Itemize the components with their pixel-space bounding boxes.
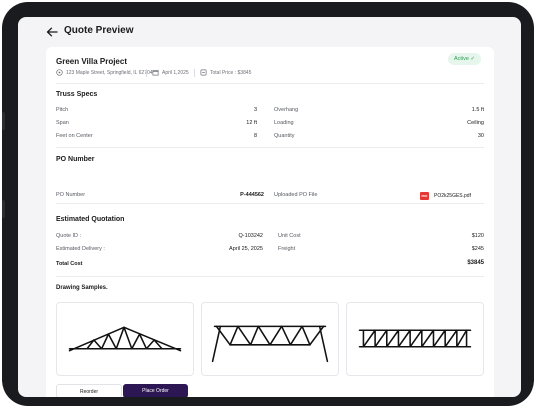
drawing-sample-flat-truss[interactable] bbox=[346, 302, 484, 376]
unit-cost-value: $120 bbox=[471, 233, 484, 239]
address-text: 123 Maple Street, Springfield, IL 62704 bbox=[66, 69, 153, 76]
project-name: Green Villa Project bbox=[56, 57, 127, 66]
spec-label: Pitch bbox=[56, 107, 69, 113]
quotation-title: Estimated Quotation bbox=[56, 216, 125, 223]
top-bar: Quote Preview bbox=[18, 17, 521, 47]
po-file-link[interactable]: PO2k25GES.pdf bbox=[434, 193, 471, 199]
king-post-truss-icon bbox=[68, 326, 182, 352]
delivery-value: April 25, 2025 bbox=[229, 246, 263, 252]
drawing-sample-king-post-truss[interactable] bbox=[56, 302, 194, 376]
spec-value: 8 bbox=[253, 133, 257, 139]
spec-value: 12 ft bbox=[246, 120, 257, 126]
unit-cost-label: Unit Cost bbox=[278, 233, 301, 239]
status-label: Active bbox=[454, 56, 469, 62]
divider bbox=[56, 83, 484, 84]
side-button bbox=[2, 200, 5, 218]
meta-divider bbox=[194, 69, 195, 77]
spec-label: Overhang bbox=[274, 107, 299, 113]
truss-specs-title: Truss Specs bbox=[56, 91, 98, 98]
drawing-samples-title: Drawing Samples. bbox=[56, 285, 108, 291]
divider bbox=[56, 276, 484, 277]
side-button bbox=[2, 112, 5, 130]
project-total-price: Total Price : $3845 bbox=[200, 69, 251, 76]
spec-value: Ceiling bbox=[467, 120, 484, 126]
location-icon bbox=[56, 69, 63, 76]
quote-id-label: Quote ID : bbox=[56, 233, 82, 239]
calendar-icon bbox=[152, 69, 159, 76]
price-tag-icon bbox=[200, 69, 207, 76]
app-screen: Quote Preview Green Villa Project Active… bbox=[18, 17, 521, 397]
reorder-button[interactable]: Reorder bbox=[56, 384, 122, 397]
date-text: April 1,2025 bbox=[162, 69, 189, 76]
po-number-label: PO Number bbox=[56, 192, 86, 198]
status-badge: Active ✓ bbox=[448, 53, 482, 65]
spec-label: Feet on Center bbox=[56, 133, 93, 139]
po-file-label: Uploaded PO File bbox=[274, 192, 318, 198]
spec-value: 1.5 ft bbox=[471, 107, 484, 113]
project-address: 123 Maple Street, Springfield, IL 62704 bbox=[56, 69, 153, 76]
project-date: April 1,2025 bbox=[152, 69, 189, 76]
page-title: Quote Preview bbox=[64, 25, 134, 36]
divider bbox=[56, 147, 484, 148]
delivery-label: Estimated Delivery : bbox=[56, 246, 105, 252]
po-number-value: P-444562 bbox=[240, 192, 264, 198]
quote-card: Green Villa Project Active ✓ 123 Maple S… bbox=[46, 47, 494, 397]
meta-divider bbox=[146, 69, 147, 77]
pratt-truss-icon bbox=[211, 325, 329, 363]
po-section-title: PO Number bbox=[56, 156, 95, 163]
check-icon: ✓ bbox=[470, 56, 476, 62]
total-cost-value: $3845 bbox=[467, 260, 484, 266]
freight-label: Freight bbox=[278, 246, 296, 252]
divider bbox=[56, 203, 484, 204]
place-order-button[interactable]: Place Order bbox=[123, 384, 188, 397]
tablet-frame: Quote Preview Green Villa Project Active… bbox=[2, 2, 534, 406]
spec-value: 3 bbox=[253, 107, 257, 113]
total-price-text: Total Price : $3845 bbox=[210, 69, 252, 76]
drawing-sample-pratt-truss[interactable] bbox=[201, 302, 339, 376]
pdf-icon: PDF bbox=[420, 192, 429, 200]
spec-label: Quantity bbox=[274, 133, 295, 139]
freight-value: $245 bbox=[471, 246, 484, 252]
flat-truss-icon bbox=[358, 329, 472, 348]
spec-value: 30 bbox=[477, 133, 484, 139]
spec-label: Span bbox=[56, 120, 69, 126]
spec-label: Loading bbox=[274, 120, 294, 126]
back-arrow-icon[interactable] bbox=[45, 25, 59, 39]
quote-id-value: Q-103242 bbox=[238, 233, 263, 239]
total-cost-label: Total Cost bbox=[56, 261, 83, 267]
